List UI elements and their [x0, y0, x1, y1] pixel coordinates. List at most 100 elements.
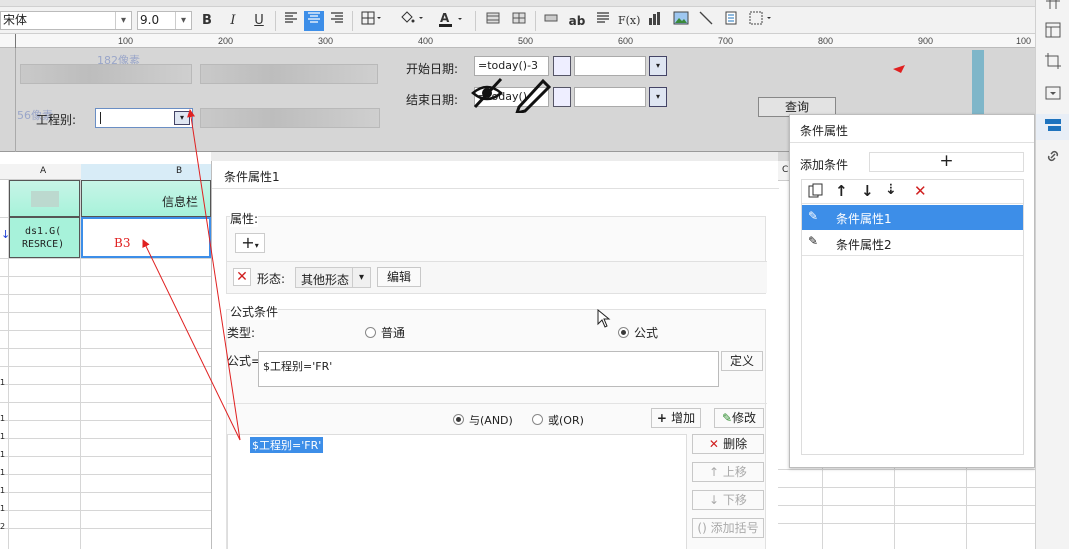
ruler-tick: 100 [118, 36, 134, 46]
text-cursor [100, 112, 101, 124]
split-cells-button[interactable] [510, 11, 528, 31]
paragraph-button[interactable] [594, 11, 612, 31]
font-family-value: 宋体 [3, 13, 28, 27]
delete-condition-button[interactable]: ✕ 删除 [692, 434, 764, 454]
pencil-icon: ✎ [808, 234, 819, 248]
add-property-button[interactable]: +▾ [235, 233, 265, 253]
align-left-button[interactable] [282, 11, 300, 31]
pane-guide-line [15, 48, 16, 152]
modify-icon: ✎ [721, 411, 733, 425]
toolbar-top-strip [0, 0, 1035, 7]
plus-icon: + [656, 411, 672, 425]
calendar-icon[interactable] [553, 56, 571, 76]
start-date-extra-field[interactable] [574, 56, 646, 76]
merge-cells-button[interactable] [484, 11, 502, 31]
font-size-value: 9.0 [140, 13, 160, 27]
column-header-c[interactable]: C [782, 165, 788, 175]
header-cell-a[interactable] [9, 180, 80, 217]
widget-button[interactable] [748, 11, 776, 31]
image-button[interactable] [671, 11, 691, 31]
grid-line [0, 276, 211, 277]
add-bracket-button[interactable]: () 添加括号 [692, 518, 764, 538]
font-size-select[interactable]: 9.0 ▾ [137, 11, 192, 30]
define-button[interactable]: 定义 [721, 351, 763, 371]
italic-button[interactable]: I [224, 11, 242, 31]
add-condition-plus-button[interactable]: + [869, 152, 1024, 172]
sub-report-button[interactable] [722, 11, 740, 31]
data-cell-a[interactable]: ds1.G( RESRCE) [9, 217, 80, 258]
condition-list-item[interactable]: $工程别='FR' [250, 437, 324, 453]
and-radio[interactable]: 与(AND) [453, 412, 513, 428]
align-center-button[interactable] [304, 11, 324, 31]
svg-text:A: A [440, 11, 450, 25]
edit-button[interactable]: 编辑 [377, 267, 421, 287]
bold-button[interactable]: B [198, 11, 216, 31]
underline-button[interactable]: U [250, 11, 268, 31]
column-header-b[interactable]: B [176, 166, 182, 176]
border-button[interactable] [360, 11, 384, 31]
end-date-extra-field[interactable] [574, 87, 646, 107]
header-cell-b[interactable]: 信息栏 [81, 180, 211, 217]
project-combo[interactable]: ▾ [95, 108, 193, 128]
condition-list[interactable]: $工程别='FR' [227, 434, 687, 549]
ruler-tick: 600 [618, 36, 634, 46]
insert-row-button[interactable] [542, 11, 560, 31]
delete-icon: ✕ [708, 437, 724, 451]
remove-property-button[interactable]: ✕ [233, 268, 251, 286]
align-right-button[interactable] [328, 11, 346, 31]
move-down-icon[interactable]: ↓ [861, 182, 874, 200]
row-marker: 2 [0, 522, 6, 531]
move-up-button[interactable]: ↑ 上移 [692, 462, 764, 482]
project-label: 工程别: [36, 113, 77, 127]
expand-down-icon: ↓ [1, 228, 11, 241]
type-formula-radio[interactable]: 公式 [618, 324, 658, 341]
and-label: 与(AND) [469, 414, 513, 427]
pencil-icon: ✎ [808, 209, 819, 223]
calendar-icon[interactable] [553, 87, 571, 107]
dropdown-icon[interactable]: ▾ [649, 56, 667, 76]
delete-label: 删除 [723, 437, 748, 451]
row-marker: 1 [0, 486, 6, 495]
condition-list-item-selected[interactable]: ✎ 条件属性1 [802, 205, 1023, 230]
type-normal-radio[interactable]: 普通 [365, 324, 405, 341]
shape-select[interactable]: 其他形态 ▾ [295, 267, 371, 288]
properties-label: 属性: [230, 210, 259, 227]
cell-settings-icon[interactable] [1043, 22, 1063, 42]
or-radio[interactable]: 或(OR) [532, 412, 584, 428]
delete-icon[interactable]: ✕ [914, 182, 927, 200]
font-family-select[interactable]: 宋体 ▾ [0, 11, 132, 30]
widget-settings-icon[interactable] [1043, 85, 1063, 105]
selected-cell-b3[interactable]: B3 [81, 217, 211, 258]
grid-line [0, 330, 211, 331]
grid-line [0, 366, 211, 367]
modify-condition-button[interactable]: ✎修改 [714, 408, 764, 428]
divider [227, 403, 767, 404]
add-condition-button[interactable]: + 增加 [651, 408, 701, 428]
copy-icon[interactable] [808, 183, 824, 202]
grid-line [0, 348, 211, 349]
text-tool-button[interactable]: ab [566, 11, 588, 31]
move-up-icon[interactable]: ↑ [835, 182, 848, 200]
grid-line [0, 492, 211, 493]
grid-icon[interactable] [1043, 0, 1063, 14]
hyperlink-icon[interactable] [1043, 148, 1063, 168]
formula-button[interactable]: F(x) [618, 11, 640, 31]
slash-button[interactable] [697, 11, 715, 31]
dropdown-icon[interactable]: ▾ [649, 87, 667, 107]
spreadsheet-grid[interactable]: A B 信息栏 ds1.G( RESRCE) ↓ B3 1 1 1 1 1 1 … [0, 152, 211, 549]
font-color-button[interactable]: A [437, 11, 465, 31]
dialog-title: 条件属性1 [224, 170, 280, 184]
move-down-button[interactable]: ↓ 下移 [692, 490, 764, 510]
toolbar-separator [275, 11, 276, 31]
condition-list-item[interactable]: ✎ 条件属性2 [802, 230, 1023, 256]
column-header-a[interactable]: A [40, 166, 46, 176]
dotted-box-icon [749, 11, 771, 25]
move-bottom-icon[interactable]: ⇣ [885, 182, 897, 198]
crop-icon[interactable] [1043, 53, 1063, 73]
fill-color-button[interactable] [398, 11, 426, 31]
chart-button[interactable] [646, 11, 664, 31]
grid-line [0, 420, 211, 421]
dropdown-icon[interactable]: ▾ [174, 111, 190, 125]
condition-attributes-icon[interactable] [1043, 117, 1063, 137]
formula-input[interactable]: $工程别='FR' [258, 351, 719, 387]
